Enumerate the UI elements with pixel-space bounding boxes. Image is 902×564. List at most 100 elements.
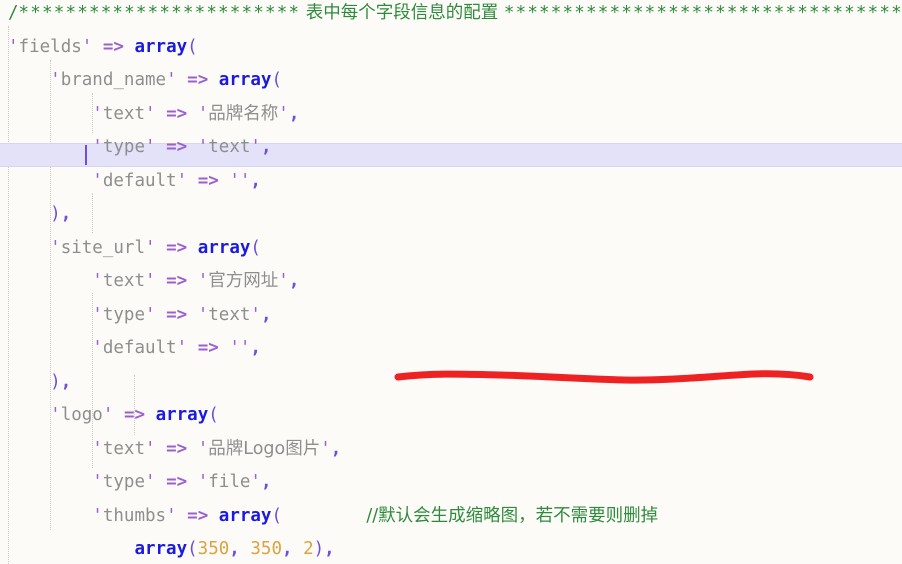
- code-token: ,: [288, 103, 300, 124]
- code-token: ,: [288, 271, 300, 291]
- code-line[interactable]: 'text' => '官方网址',: [8, 271, 299, 291]
- code-token: (: [187, 36, 198, 57]
- code-token: ': [81, 36, 93, 57]
- code-token: brand_name: [60, 70, 167, 90]
- code-token: ************************: [18, 3, 301, 23]
- code-token: 2: [303, 539, 314, 559]
- code-token: ': [166, 505, 177, 526]
- code-token: =>: [187, 505, 209, 526]
- code-token: ': [197, 271, 209, 291]
- code-line[interactable]: 'fields' => array(: [8, 37, 198, 57]
- code-token: ,: [250, 170, 261, 191]
- code-line[interactable]: 'default' => '',: [8, 171, 261, 191]
- code-token: =>: [166, 438, 188, 459]
- code-token: text: [102, 271, 145, 291]
- code-token: ,: [260, 137, 272, 157]
- code-token: '': [229, 170, 251, 191]
- code-token: ': [145, 472, 156, 492]
- code-token: =>: [197, 170, 219, 191]
- code-token: ': [250, 137, 261, 157]
- code-line[interactable]: 'text' => '品牌名称',: [8, 104, 299, 124]
- code-editor[interactable]: /************************ 表中每个字段信息的配置 **…: [0, 0, 902, 564]
- code-line[interactable]: 'text' => '品牌Logo图片',: [8, 439, 341, 459]
- code-token: ': [250, 472, 261, 492]
- code-token: ': [92, 137, 103, 157]
- code-token: ': [50, 405, 61, 425]
- code-token: =>: [166, 137, 188, 157]
- code-token: default: [102, 338, 177, 358]
- code-token: ': [92, 505, 103, 526]
- code-token: =>: [123, 405, 146, 425]
- code-token: ': [197, 304, 209, 325]
- code-token: ,: [330, 438, 342, 459]
- code-line[interactable]: 'type' => 'file',: [8, 472, 271, 492]
- code-text-layer[interactable]: /************************ 表中每个字段信息的配置 **…: [0, 0, 902, 564]
- code-token: type: [102, 472, 145, 492]
- code-line[interactable]: 'site_url' => array(: [8, 238, 261, 258]
- code-line[interactable]: ),: [8, 372, 71, 392]
- code-token: array: [134, 36, 188, 57]
- code-token: ': [92, 438, 103, 459]
- code-token: ': [176, 338, 188, 358]
- code-token: =>: [166, 472, 188, 492]
- code-token: array: [218, 505, 272, 526]
- code-token: array: [197, 237, 251, 258]
- code-line[interactable]: 'brand_name' => array(: [8, 70, 282, 90]
- code-line[interactable]: 'thumbs' => array( //默认会生成缩略图，若不需要则删掉: [8, 506, 658, 526]
- code-token: (: [187, 539, 198, 559]
- code-token: =>: [187, 70, 209, 90]
- code-line[interactable]: 'logo' => array(: [8, 405, 219, 425]
- code-line[interactable]: ),: [8, 204, 71, 224]
- code-token: ': [145, 103, 156, 124]
- code-token: ,: [229, 539, 240, 559]
- code-token: 350: [197, 539, 230, 559]
- code-token: ': [197, 438, 209, 459]
- code-token: ': [145, 304, 156, 325]
- code-token: ,: [260, 304, 272, 325]
- code-token: ,: [60, 371, 72, 392]
- code-token: site_url: [60, 237, 145, 258]
- code-line[interactable]: /************************ 表中每个字段信息的配置 **…: [8, 3, 902, 23]
- code-token: =>: [166, 103, 188, 124]
- code-token: ': [197, 137, 209, 157]
- code-token: ': [250, 304, 261, 325]
- code-token: ': [50, 70, 61, 90]
- code-line[interactable]: 'type' => 'text',: [8, 304, 272, 325]
- code-token: type: [102, 304, 145, 325]
- code-token: ': [102, 405, 114, 425]
- code-token: ): [50, 371, 61, 392]
- code-token: thumbs: [102, 505, 167, 526]
- code-token: ): [50, 204, 61, 224]
- code-line[interactable]: 'type' => 'text',: [8, 137, 272, 157]
- code-token: 表中每个字段信息的配置: [300, 3, 504, 23]
- code-line[interactable]: array(350, 350, 2),: [8, 539, 334, 559]
- code-line[interactable]: 'default' => '',: [8, 338, 261, 358]
